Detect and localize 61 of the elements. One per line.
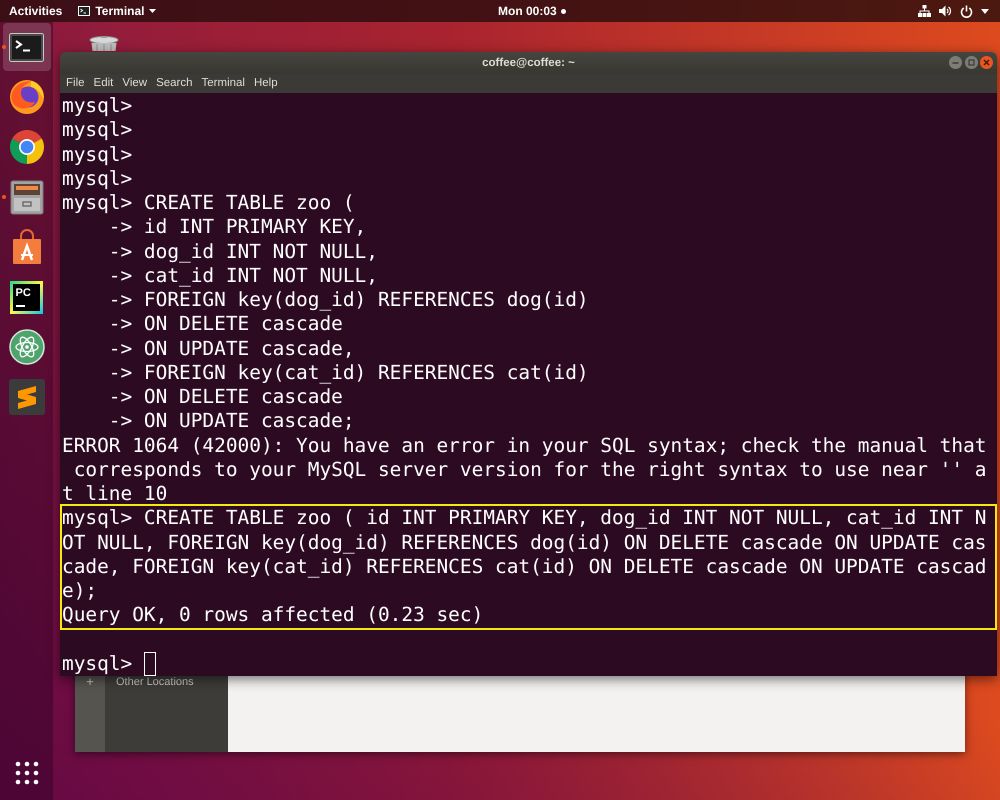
sublime-icon [8, 379, 44, 415]
chrome-icon [8, 129, 44, 165]
terminal-icon [78, 6, 90, 16]
terminal-line: -> FOREIGN key(dog_id) REFERENCES dog(id) [108, 288, 589, 312]
terminal-line: -> FOREIGN key(cat_id) REFERENCES cat(id) [108, 360, 589, 385]
power-icon[interactable] [960, 4, 973, 18]
dock-app-button[interactable]: PC [2, 273, 50, 321]
terminal-line: mysql> [61, 142, 132, 167]
file-cabinet-icon [10, 180, 44, 214]
terminal-line: -> ON UPDATE cascade; [108, 409, 355, 434]
terminal-line: -> ON DELETE cascade [108, 385, 343, 410]
activities-button[interactable]: Activities [0, 0, 72, 22]
maximize-button[interactable] [964, 56, 978, 69]
atom-icon [8, 329, 44, 365]
plus-icon: + [75, 674, 105, 689]
terminal-line: -> cat_id INT NOT NULL, [108, 264, 378, 288]
terminal-line: -> dog_id INT NOT NULL, [108, 240, 378, 264]
menu-item[interactable]: View [118, 74, 152, 93]
dock-app-button[interactable] [2, 23, 50, 71]
terminal-line: Query OK, 0 rows affected (0.23 sec) [62, 603, 484, 628]
clock-button[interactable]: Mon 00:03 [498, 0, 566, 22]
minimize-button[interactable] [949, 56, 962, 69]
terminal-line: cade, FOREIGN key(cat_id) REFERENCES cat(id) ON DELETE cascade ON UPDATE cascad [62, 554, 986, 579]
terminal-line: -> id INT PRIMARY KEY, [108, 215, 366, 240]
menu-item[interactable]: Edit [89, 74, 118, 93]
volume-icon[interactable] [939, 5, 952, 17]
minimize-icon [949, 56, 962, 69]
terminal-line: mysql> [61, 118, 132, 142]
network-icon[interactable] [918, 5, 931, 17]
terminal-line: mysql> CREATE TABLE zoo ( id INT PRIMARY KEY, dog_id INT NOT NULL, cat_id INT N [62, 506, 986, 530]
caret-icon[interactable] [981, 8, 989, 14]
terminal-line: mysql> CREATE TABLE zoo ( [61, 191, 355, 216]
maximize-icon [964, 56, 978, 69]
close-button[interactable] [980, 56, 993, 69]
menu-item[interactable]: File [62, 74, 90, 93]
prompt-text: mysql> [62, 652, 132, 676]
shopping-bag-icon [10, 229, 42, 265]
app-menu-button[interactable]: Terminal [78, 0, 156, 22]
sidebar-item[interactable]: + Other Locations [75, 674, 228, 689]
notification-dot-icon [560, 8, 566, 14]
menu-item[interactable]: Search [152, 74, 198, 93]
terminal-line: corresponds to your MySQL server version for the right syntax to use near '' a [72, 458, 986, 482]
caret-icon [149, 9, 156, 13]
menu-item[interactable]: Help [249, 74, 282, 93]
terminal-line: mysql> [61, 94, 132, 118]
terminal-line: -> ON DELETE cascade [108, 312, 343, 336]
trash-icon[interactable] [89, 36, 119, 51]
terminal-line: e); [62, 579, 98, 604]
terminal-line: ERROR 1064 (42000): You have an error in your SQL syntax; check the manual that [61, 434, 986, 458]
window-title: coffee@coffee: ~ [482, 57, 575, 69]
terminal-line: mysql> [61, 166, 132, 191]
terminal-line: t line 10 [61, 482, 168, 506]
terminal-line: OT NULL, FOREIGN key(dog_id) REFERENCES dog(id) ON DELETE cascade ON UPDATE cas [62, 530, 986, 555]
cursor-icon [144, 652, 156, 676]
close-icon [980, 56, 993, 69]
firefox-icon [8, 79, 44, 115]
terminal-icon [9, 32, 44, 62]
pycharm-icon: PC [10, 280, 43, 314]
menu-item[interactable]: Terminal [197, 74, 250, 93]
app-grid-icon [14, 761, 38, 785]
terminal-line: -> ON UPDATE cascade, [108, 336, 355, 361]
